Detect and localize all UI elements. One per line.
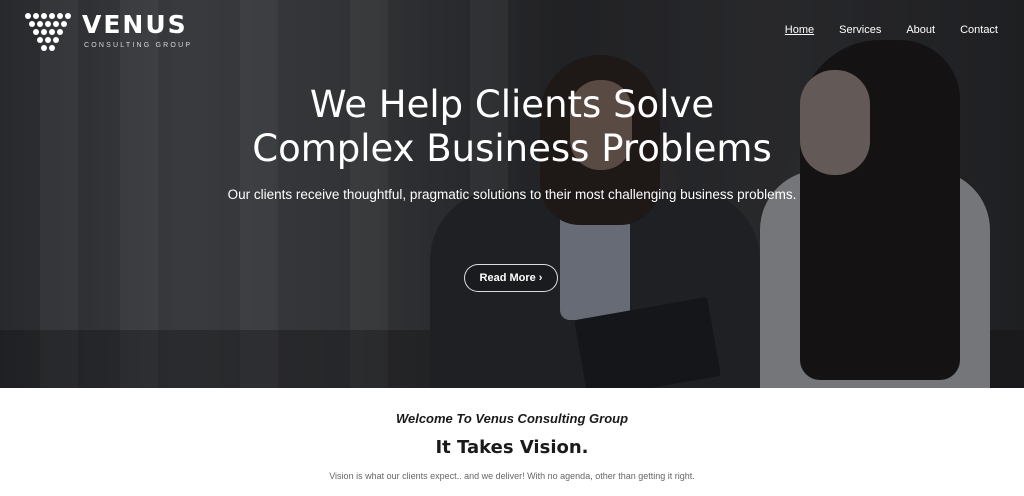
nav-services[interactable]: Services xyxy=(839,22,881,38)
logo-dots-icon xyxy=(25,13,71,51)
intro-text: Vision is what our clients expect.. and … xyxy=(329,471,695,481)
brand-subtitle: CONSULTING GROUP xyxy=(84,42,193,49)
tagline-heading: It Takes Vision. xyxy=(435,437,589,458)
welcome-heading: Welcome To Venus Consulting Group xyxy=(395,411,629,426)
brand-logo[interactable]: VENUS CONSULTING GROUP xyxy=(24,10,190,52)
brand-name: VENUS xyxy=(82,10,188,39)
read-more-button[interactable]: Read More › xyxy=(464,264,558,292)
nav-about[interactable]: About xyxy=(906,22,935,38)
hero-subheadline: Our clients receive thoughtful, pragmati… xyxy=(227,187,797,202)
hero-headline-line2: Complex Business Problems xyxy=(252,127,772,170)
nav-home[interactable]: Home xyxy=(785,22,814,38)
hero-headline: We Help Clients Solve Complex Business P… xyxy=(0,83,1024,171)
hero-headline-line1: We Help Clients Solve xyxy=(309,83,715,126)
nav-contact[interactable]: Contact xyxy=(960,22,998,38)
hero-banner: VENUS CONSULTING GROUP Home Services Abo… xyxy=(0,0,1024,388)
main-nav: Home Services About Contact xyxy=(760,22,998,38)
